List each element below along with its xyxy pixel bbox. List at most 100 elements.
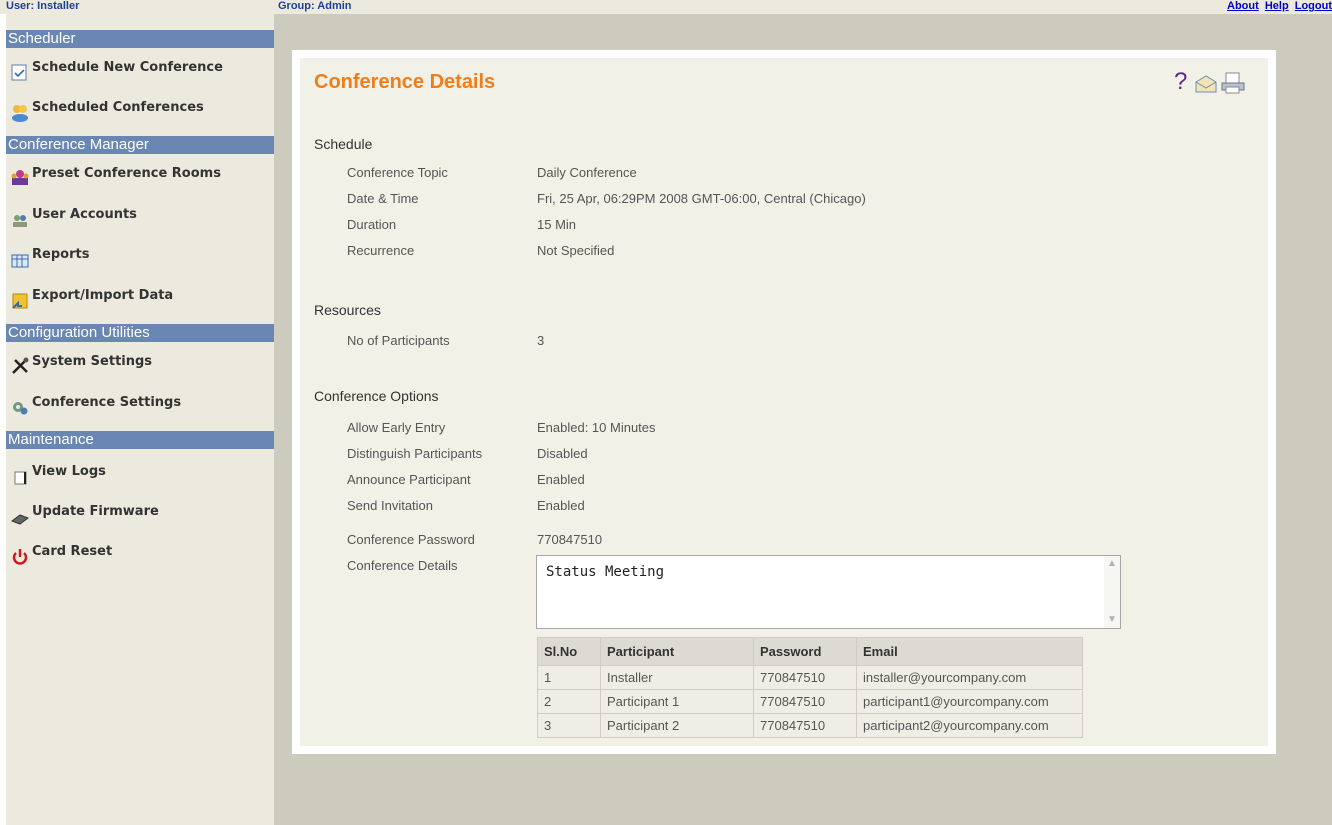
resources-heading: Resources [314, 302, 381, 318]
scroll-down-icon[interactable]: ▼ [1104, 612, 1120, 628]
sidebar-item-label: Card Reset [32, 544, 113, 559]
people-icon [12, 105, 28, 122]
topic-value: Daily Conference [537, 165, 637, 180]
cell-email: participant1@yourcompany.com [856, 689, 1083, 714]
tools-icon [12, 357, 29, 374]
col-password-header: Password [753, 637, 857, 666]
table-row: 2 Participant 1 770847510 participant1@y… [537, 689, 1083, 714]
cell-slno: 3 [537, 713, 601, 738]
cell-password: 770847510 [753, 665, 857, 690]
cell-email: installer@yourcompany.com [856, 665, 1083, 690]
users-icon [13, 215, 27, 227]
sidebar-item-card-reset[interactable]: Card Reset [10, 544, 112, 570]
cell-password: 770847510 [753, 689, 857, 714]
rooms-icon [11, 170, 29, 185]
sidebar-item-schedule-new-conference[interactable]: Schedule New Conference [10, 60, 223, 86]
sidebar-item-label: Preset Conference Rooms [32, 166, 221, 181]
calendar-add-icon [11, 64, 27, 81]
sidebar-item-view-logs[interactable]: View Logs [10, 464, 106, 490]
sidebar-item-user-accounts[interactable]: User Accounts [10, 207, 137, 233]
table-row: 3 Participant 2 770847510 participant2@y… [537, 713, 1083, 738]
cell-participant: Installer [600, 665, 754, 690]
options-heading: Conference Options [314, 388, 439, 404]
participants-count-label: No of Participants [347, 333, 450, 348]
early-entry-label: Allow Early Entry [347, 420, 446, 435]
sidebar-item-scheduled-conferences[interactable]: Scheduled Conferences [10, 100, 204, 126]
firmware-chip-icon [10, 514, 30, 525]
details-scrollbar[interactable]: ▲ ▼ [1104, 556, 1120, 628]
folder-transfer-icon [12, 293, 28, 309]
help-link[interactable]: Help [1265, 0, 1289, 12]
col-email-header: Email [856, 637, 1083, 666]
email-icon[interactable] [1194, 74, 1218, 94]
sidebar-item-label: User Accounts [32, 207, 137, 222]
sidebar-item-conference-settings[interactable]: Conference Settings [10, 395, 181, 421]
cell-slno: 1 [537, 665, 601, 690]
power-icon [12, 549, 28, 565]
section-configuration-utilities: Configuration Utilities [6, 324, 274, 342]
page-title: Conference Details [314, 71, 496, 93]
sidebar-item-label: System Settings [32, 354, 153, 369]
print-icon[interactable] [1220, 72, 1246, 94]
sidebar-item-preset-conference-rooms[interactable]: Preset Conference Rooms [10, 166, 221, 192]
section-maintenance: Maintenance [6, 431, 274, 449]
conference-details-textarea[interactable]: Status Meeting [536, 555, 1121, 629]
recurrence-label: Recurrence [347, 243, 415, 258]
table-header-row: Sl.No Participant Password Email [537, 637, 1083, 666]
sidebar-item-label: Update Firmware [32, 504, 159, 519]
group-label: Group: Admin [278, 0, 352, 12]
user-label: User: Installer [6, 0, 80, 12]
sidebar-item-label: Scheduled Conferences [32, 100, 204, 115]
invitation-label: Send Invitation [347, 498, 434, 513]
recurrence-value: Not Specified [537, 243, 615, 258]
reports-icon [11, 254, 29, 268]
schedule-heading: Schedule [314, 136, 373, 152]
section-scheduler: Scheduler [6, 30, 274, 48]
topic-label: Conference Topic [347, 165, 448, 180]
sidebar-item-label: Export/Import Data [32, 288, 174, 303]
password-label: Conference Password [347, 532, 475, 547]
distinguish-value: Disabled [537, 446, 588, 461]
duration-label: Duration [347, 217, 397, 232]
scroll-up-icon[interactable]: ▲ [1104, 556, 1120, 572]
top-links: About Help Logout [1224, 0, 1332, 12]
datetime-value: Fri, 25 Apr, 06:29PM 2008 GMT-06:00, Cen… [537, 191, 866, 206]
cell-password: 770847510 [753, 713, 857, 738]
sidebar-item-system-settings[interactable]: System Settings [10, 354, 152, 380]
duration-value: 15 Min [537, 217, 577, 232]
details-panel-body: Conference Details ? Schedule Conference… [300, 58, 1268, 746]
document-icon [14, 471, 27, 485]
announce-label: Announce Participant [347, 472, 471, 487]
sidebar-item-update-firmware[interactable]: Update Firmware [10, 504, 159, 530]
details-label: Conference Details [347, 558, 458, 573]
participants-table: Sl.No Participant Password Email 1 Insta… [537, 637, 1083, 738]
participants-count-value: 3 [537, 333, 545, 348]
section-conference-manager: Conference Manager [6, 136, 274, 154]
cell-participant: Participant 1 [600, 689, 754, 714]
sidebar-item-label: View Logs [32, 464, 106, 479]
table-row: 1 Installer 770847510 installer@yourcomp… [537, 665, 1083, 690]
top-bar: User: Installer Group: Admin About Help … [0, 0, 1332, 14]
password-value: 770847510 [537, 532, 603, 547]
announce-value: Enabled [537, 472, 585, 487]
logout-link[interactable]: Logout [1295, 0, 1332, 12]
col-slno-header: Sl.No [537, 637, 601, 666]
datetime-label: Date & Time [347, 191, 419, 206]
sidebar-item-label: Reports [32, 247, 90, 262]
sidebar-item-reports[interactable]: Reports [10, 247, 89, 273]
invitation-value: Enabled [537, 498, 585, 513]
cell-email: participant2@yourcompany.com [856, 713, 1083, 738]
col-participant-header: Participant [600, 637, 754, 666]
distinguish-label: Distinguish Participants [347, 446, 483, 461]
about-link[interactable]: About [1227, 0, 1259, 12]
help-icon[interactable]: ? [1174, 68, 1187, 96]
cell-participant: Participant 2 [600, 713, 754, 738]
cell-slno: 2 [537, 689, 601, 714]
details-panel: Conference Details ? Schedule Conference… [292, 50, 1276, 754]
sidebar-item-label: Schedule New Conference [32, 60, 223, 75]
sidebar-item-export-import-data[interactable]: Export/Import Data [10, 288, 173, 314]
conference-settings-icon [13, 402, 28, 415]
early-entry-value: Enabled: 10 Minutes [537, 420, 656, 435]
sidebar-item-label: Conference Settings [32, 395, 182, 410]
sidebar: Scheduler Schedule New Conference Schedu… [6, 14, 274, 825]
